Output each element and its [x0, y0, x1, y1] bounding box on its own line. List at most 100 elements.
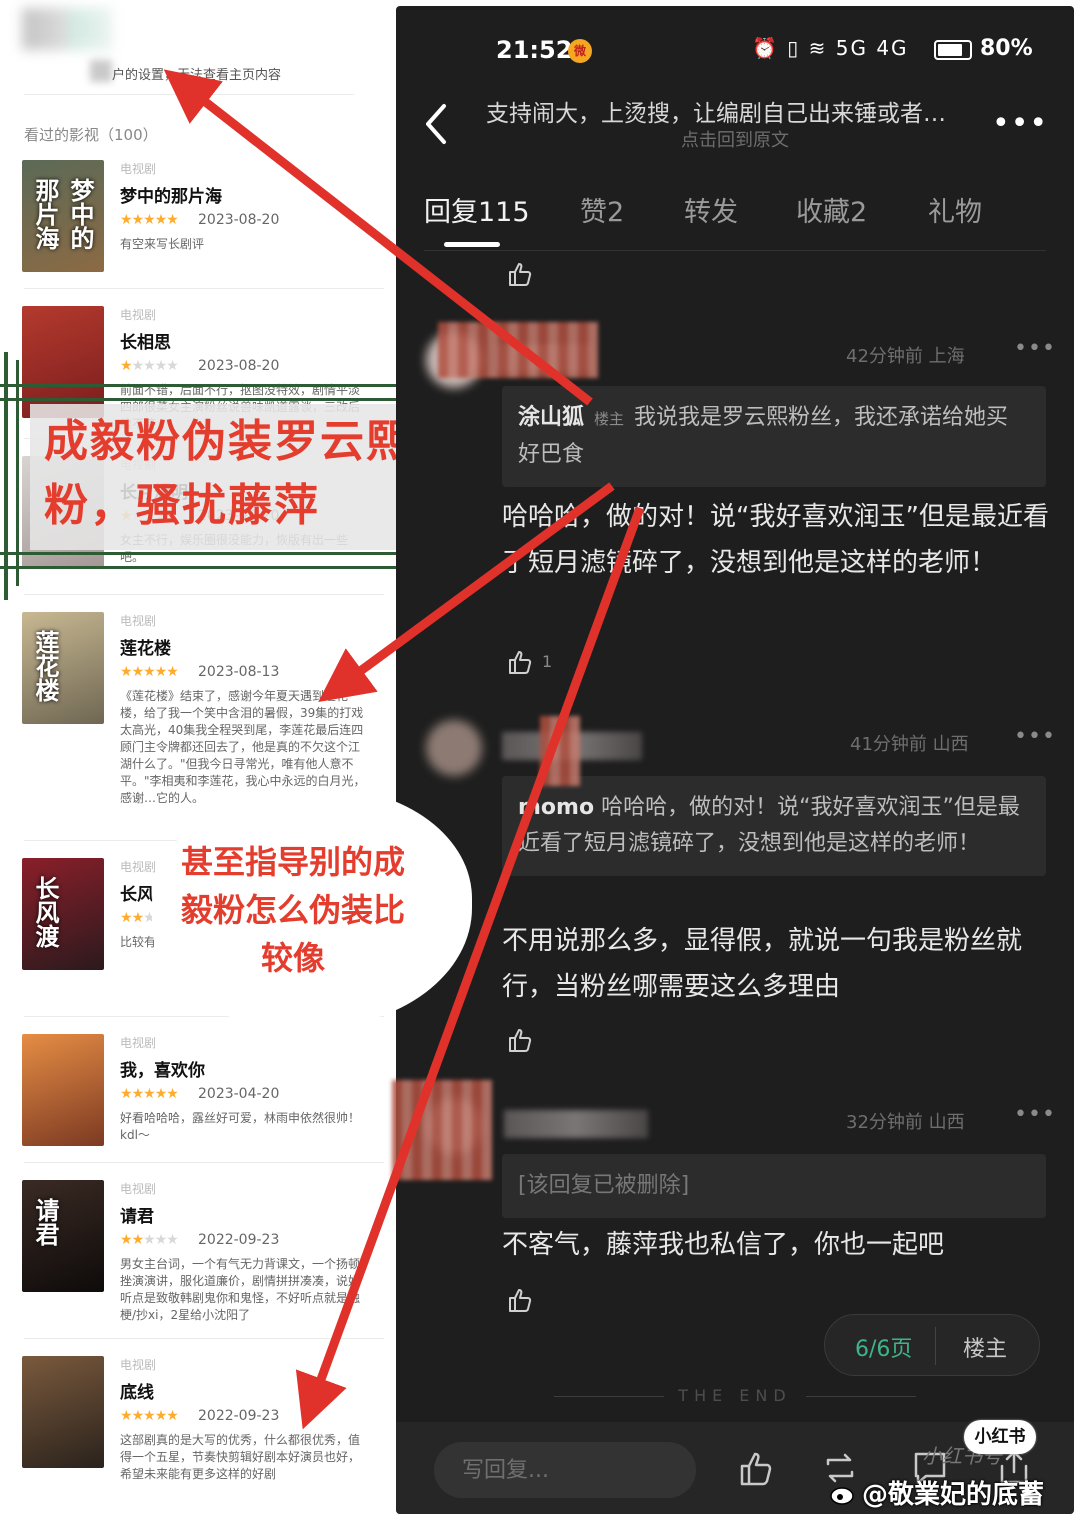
movie-poster[interactable]: 请君: [22, 1180, 104, 1292]
rating-date: 2023-08-20: [198, 212, 280, 228]
star-icon: ★: [154, 1232, 168, 1248]
star-icon: ★: [143, 212, 156, 228]
owner-only-button[interactable]: 楼主: [963, 1331, 1007, 1363]
mosaic-blur: [392, 1080, 492, 1180]
movie-title[interactable]: 梦中的那片海: [120, 182, 222, 207]
tab-replies[interactable]: 回复115: [424, 190, 530, 229]
star-icon: ★: [143, 1232, 156, 1248]
quoted-author[interactable]: momo: [518, 795, 594, 820]
battery-icon: [934, 40, 972, 60]
movie-category: 电视剧: [120, 162, 157, 176]
tab-count: 115: [478, 197, 530, 228]
star-icon: ★: [166, 1408, 179, 1424]
rating-date: 2022-09-23: [198, 1408, 280, 1424]
comment-meta: 42分钟前 上海: [846, 346, 965, 367]
movie-poster[interactable]: [22, 1356, 104, 1468]
movie-title[interactable]: 长相思: [120, 328, 171, 353]
divider: [806, 1396, 916, 1397]
commenter-avatar[interactable]: [426, 720, 482, 776]
douban-profile-panel: 户的设置，无法查看主页内容 看过的影视（100） 梦中的那片海 电视剧 梦中的那…: [0, 0, 398, 1520]
divider: [24, 1338, 384, 1339]
star-icon: ★: [166, 664, 179, 680]
like-icon[interactable]: [736, 1448, 776, 1488]
like-icon[interactable]: [506, 1286, 534, 1314]
green-frame-line: [0, 566, 410, 569]
movie-poster[interactable]: 莲花楼: [22, 612, 104, 724]
watched-section-title: 看过的影视（100）: [24, 126, 158, 144]
rating-date: 2023-08-20: [198, 358, 280, 374]
reply-input[interactable]: [434, 1442, 696, 1498]
poster-title: 请君: [31, 1198, 60, 1246]
like-icon[interactable]: [506, 260, 534, 288]
green-frame-line: [4, 352, 8, 600]
movie-poster[interactable]: 梦中的那片海: [22, 160, 104, 272]
comment-more-icon[interactable]: •••: [1014, 1102, 1056, 1127]
movie-list-item[interactable]: 电视剧 我，喜欢你 ★★★★★ 2023-04-20 好看哈哈哈，露丝好可爱，林…: [22, 1034, 382, 1174]
tab-label: 回复: [424, 197, 478, 228]
star-icon: ★: [120, 212, 133, 228]
movie-category: 电视剧: [120, 1182, 157, 1196]
rating-stars: ★★★★★: [120, 358, 179, 374]
poster-title: 梦中的那片海: [31, 178, 95, 250]
back-to-post-link[interactable]: 点击回到原文: [396, 126, 1074, 152]
quoted-author[interactable]: 涂山狐: [518, 405, 584, 430]
quoted-reply[interactable]: 涂山狐 楼主 我说我是罗云熙粉丝，我还承诺给她买好巴食: [502, 386, 1046, 487]
movie-list-item[interactable]: 电视剧 底线 ★★★★★ 2022-09-23 这部剧真的是大写的优秀，什么都很…: [22, 1356, 382, 1496]
movie-list-item[interactable]: 梦中的那片海 电视剧 梦中的那片海 ★★★★★ 2023-08-20 有空来写长…: [22, 160, 382, 300]
quoted-text: 我说我是罗云熙粉丝，我还承诺给她买好巴食: [518, 405, 1009, 467]
movie-poster[interactable]: [22, 1034, 104, 1146]
tab-active-indicator: [444, 242, 500, 247]
comment-more-icon[interactable]: •••: [1014, 336, 1056, 361]
movie-category: 电视剧: [120, 308, 157, 322]
tab-label: 赞: [580, 197, 607, 228]
rating-stars: ★★★★★: [120, 1408, 179, 1424]
thumb-up-shape: [509, 263, 532, 286]
tab-bar: 回复115 赞2 转发 收藏2 礼物: [424, 190, 1064, 250]
tab-likes[interactable]: 赞2: [580, 190, 624, 229]
tab-count: 2: [850, 197, 868, 228]
commenter-name[interactable]: [504, 1110, 648, 1138]
star-icon: ★: [166, 1232, 179, 1248]
comment-text: 哈哈哈，做的对！说“我好喜欢润玉”但是最近看了短月滤镜碎了，没想到他是这样的老师…: [502, 502, 1049, 578]
movie-title[interactable]: 莲花楼: [120, 634, 171, 659]
rating-stars: ★★★★★: [120, 212, 179, 228]
rating-stars: ★★★★★: [120, 1232, 179, 1248]
blurred-avatar: [22, 8, 112, 50]
divider: [424, 250, 1046, 251]
movie-list-item[interactable]: 请君 电视剧 请君 ★★★★★ 2022-09-23 男女主台词，一个有气无力背…: [22, 1180, 382, 1322]
thumb-up-shape: [509, 651, 532, 674]
rating-stars: ★★★★★: [120, 1086, 179, 1102]
weibo-comment-screen: 21:52 微 ⏰ ▯ ≋ 5G 4G 80% 支持闹大，上烫搜，让编剧自己出来…: [396, 6, 1074, 1514]
movie-list-item[interactable]: 莲花楼 电视剧 莲花楼 ★★★★★ 2023-08-13 《莲花楼》结束了，感谢…: [22, 612, 382, 805]
thumb-up-shape: [509, 1289, 532, 1312]
tab-favorites[interactable]: 收藏2: [796, 190, 867, 229]
star-icon: ★: [143, 1408, 156, 1424]
weibo-handle: @敬業妃的底蓄: [862, 1480, 1045, 1510]
movie-title[interactable]: 请君: [120, 1202, 154, 1227]
star-icon: ★: [166, 358, 179, 374]
annotation-caption-2: 甚至指导别的成毅粉怎么伪装比较像: [180, 843, 405, 977]
more-options-icon[interactable]: •••: [992, 106, 1048, 141]
page-indicator-button[interactable]: 6/6页: [855, 1331, 912, 1363]
movie-poster[interactable]: 长风渡: [22, 858, 104, 970]
movie-poster[interactable]: [22, 306, 104, 418]
star-icon: ★: [120, 664, 133, 680]
movie-title[interactable]: 我，喜欢你: [120, 1056, 205, 1081]
star-icon: ★: [154, 358, 168, 374]
star-icon: ★: [166, 1086, 179, 1102]
rating-date: 2022-09-23: [198, 1232, 280, 1248]
weibo-logo-icon: [830, 1487, 854, 1505]
weibo-watermark: @敬業妃的底蓄: [830, 1474, 1044, 1511]
rating-date: 2023-08-13: [198, 664, 280, 680]
post-title[interactable]: 支持闹大，上烫搜，让编剧自己出来锤或者…: [486, 94, 986, 128]
star-icon: ★: [131, 910, 145, 926]
star-icon: ★: [120, 910, 133, 926]
star-icon: ★: [143, 664, 156, 680]
like-icon[interactable]: [506, 648, 534, 676]
comment-more-icon[interactable]: •••: [1014, 724, 1056, 749]
movie-title[interactable]: 底线: [120, 1378, 154, 1403]
tab-reposts[interactable]: 转发: [684, 190, 738, 229]
tab-gifts[interactable]: 礼物: [928, 190, 982, 229]
quoted-reply[interactable]: momo 哈哈哈，做的对！说“我好喜欢润玉”但是最近看了短月滤镜碎了，没想到他是…: [502, 776, 1046, 876]
like-icon[interactable]: [506, 1026, 534, 1054]
